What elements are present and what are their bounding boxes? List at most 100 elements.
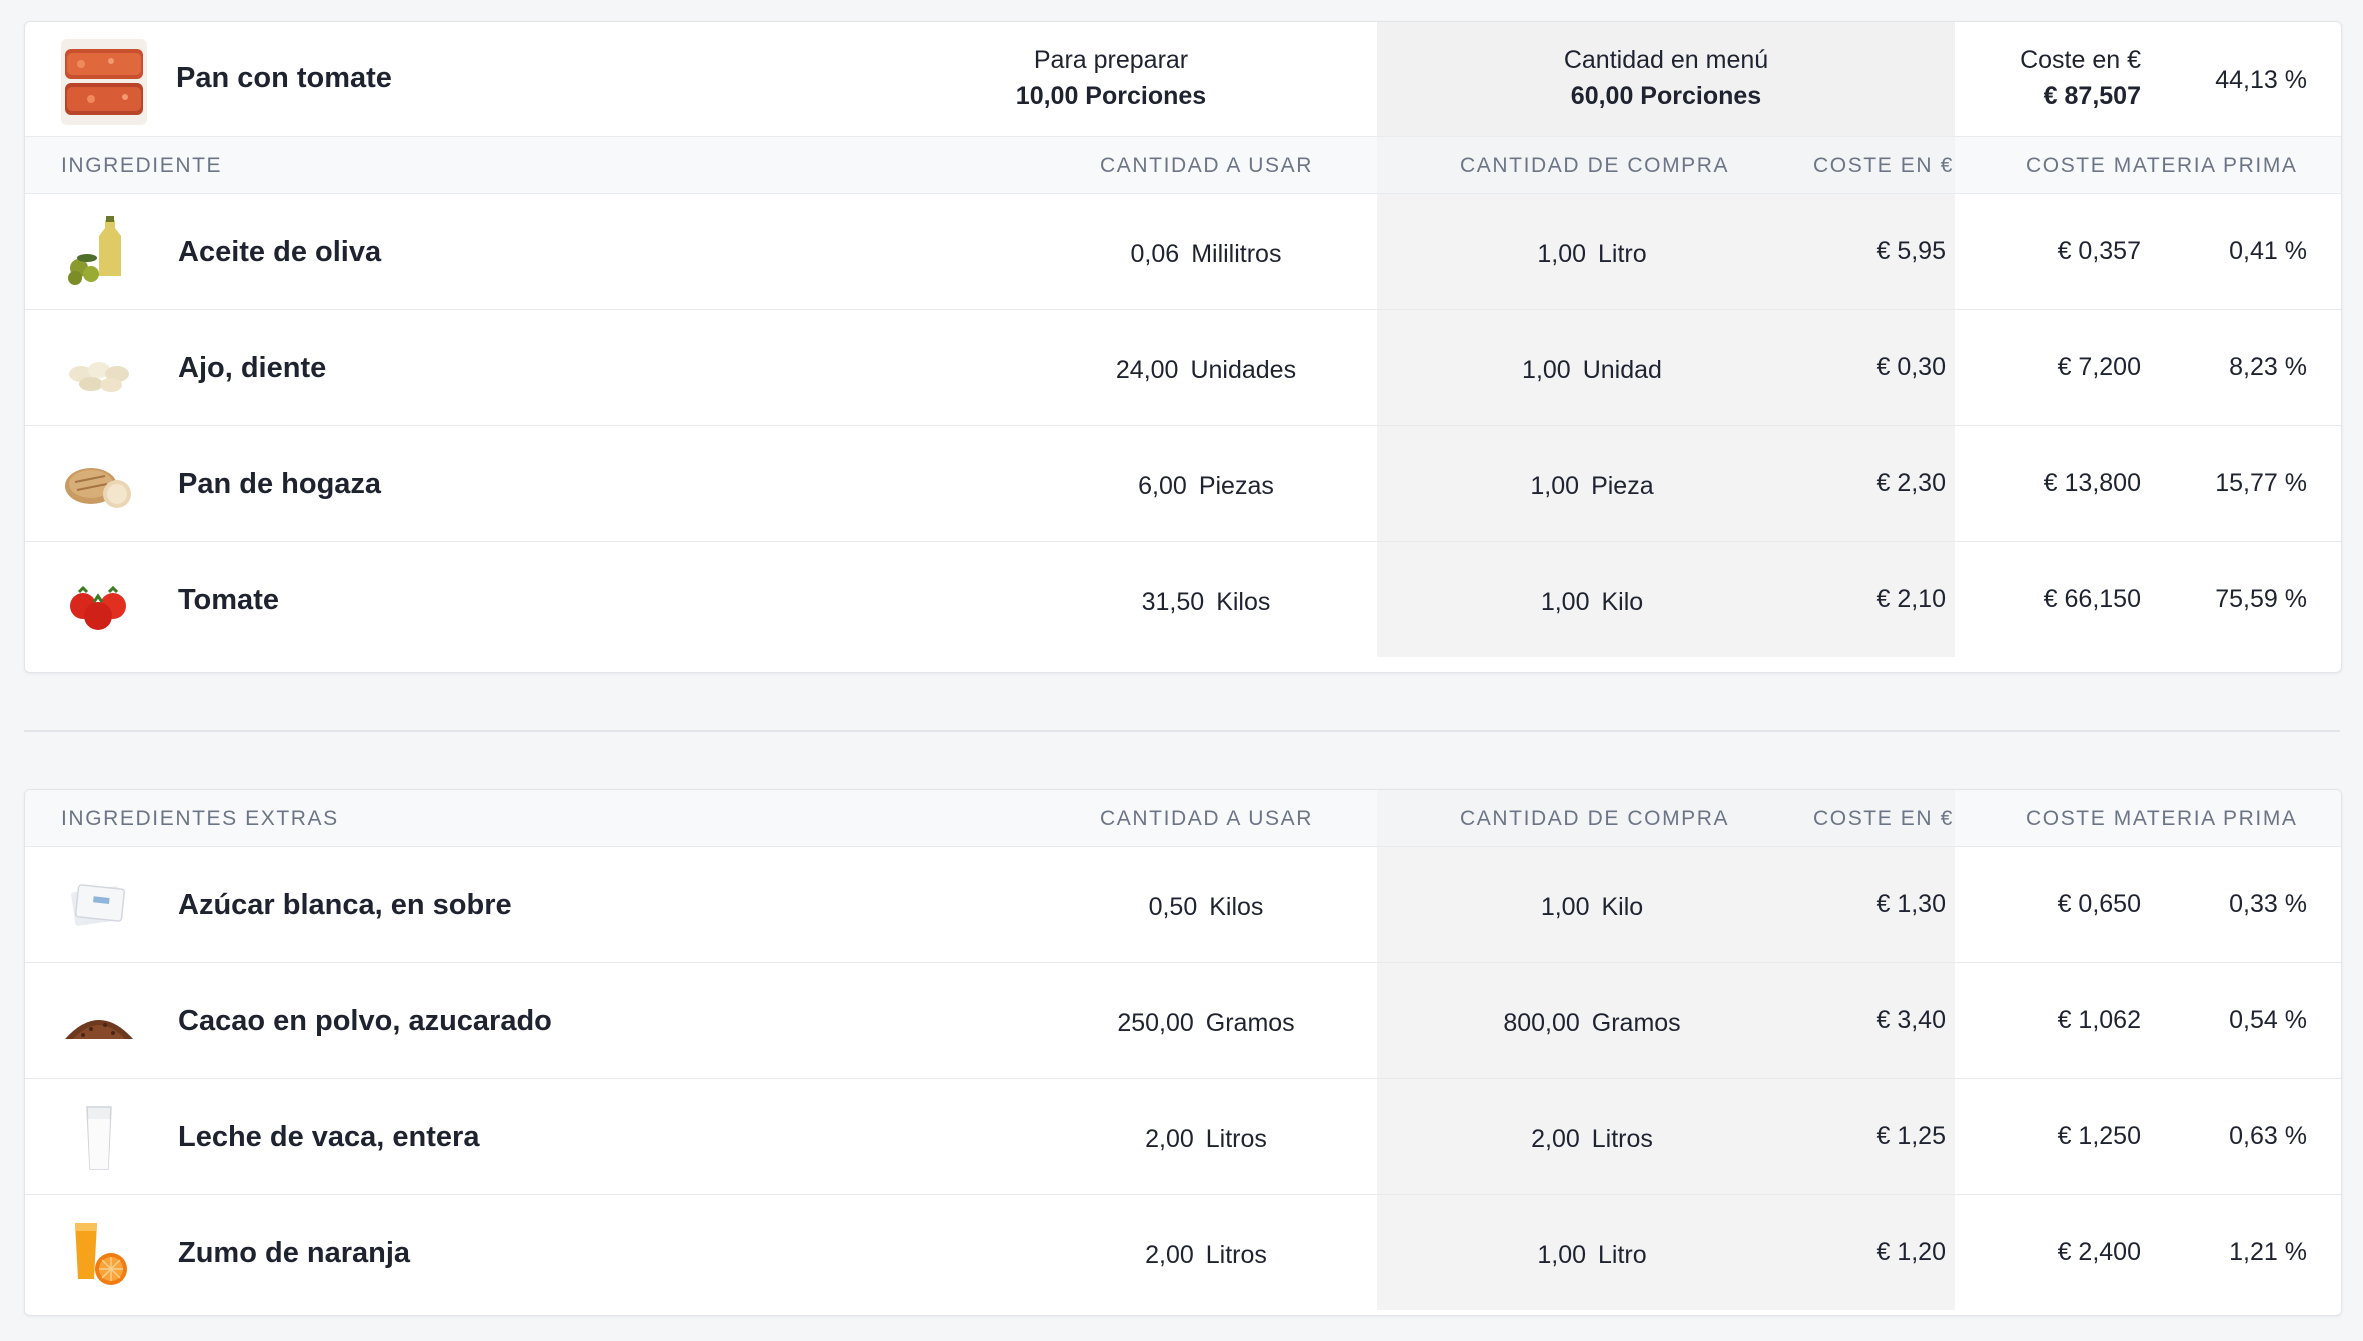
- ingredients-title: INGREDIENTE: [61, 154, 223, 177]
- ingredient-name: Aceite de oliva: [178, 236, 382, 268]
- buy-qty: 1,00: [1522, 356, 1571, 384]
- buy-unit: Kilo: [1601, 893, 1644, 921]
- use-quantity: 2,00 Litros: [1026, 1125, 1386, 1154]
- raw-cost-percent: 0,54 %: [2229, 1006, 2307, 1034]
- recipe-percent: 44,13 %: [2215, 66, 2307, 94]
- buy-quantity: 1,00 Unidad: [1412, 356, 1772, 385]
- extra-ingredient-row[interactable]: Leche de vaca, entera 2,00 Litros 2,00 Lit…: [25, 1079, 2341, 1195]
- buy-quantity: 2,00 Litros: [1412, 1125, 1772, 1154]
- use-quantity: 250,00 Gramos: [1026, 1009, 1386, 1038]
- col-qty-buy: CANTIDAD DE COMPRA: [1460, 154, 1730, 177]
- recipe-cost-label: Coste en €: [2020, 46, 2141, 74]
- use-qty: 0,06: [1130, 240, 1180, 268]
- raw-cost: € 7,200: [2057, 353, 2141, 381]
- use-unit: Kilos: [1209, 893, 1264, 921]
- raw-cost-percent: 0,41 %: [2229, 237, 2307, 265]
- ingredient-name: Pan de hogaza: [178, 468, 382, 500]
- menu-label: Cantidad en menú: [1563, 46, 1769, 74]
- ingredient-name: Leche de vaca, entera: [178, 1121, 480, 1153]
- use-unit: Gramos: [1205, 1009, 1295, 1037]
- use-unit: Litros: [1205, 1125, 1267, 1153]
- menu-portions: Cantidad en menú 60,00 Porciones: [1466, 42, 1866, 114]
- raw-cost-percent: 8,23 %: [2229, 353, 2307, 381]
- extra-ingredient-row[interactable]: Azúcar blanca, en sobre 0,50 Kilos 1,00 Ki…: [25, 847, 2341, 963]
- buy-quantity: 1,00 Pieza: [1412, 472, 1772, 501]
- ingredient-row[interactable]: Ajo, diente 24,00 Unidades 1,00 Unidad € 0…: [25, 310, 2341, 426]
- col-raw-cost: COSTE MATERIA PRIMA: [2026, 154, 2298, 177]
- use-qty: 0,50: [1148, 893, 1198, 921]
- buy-quantity: 800,00 Gramos: [1412, 1009, 1772, 1038]
- raw-cost: € 1,062: [2057, 1006, 2141, 1034]
- buy-unit: Gramos: [1591, 1009, 1681, 1037]
- use-unit: Unidades: [1190, 356, 1297, 384]
- prepare-label: Para preparar: [1033, 46, 1189, 74]
- use-unit: Piezas: [1198, 472, 1274, 500]
- ingredient-row[interactable]: Tomate 31,50 Kilos 1,00 Kilo € 2,10 € 66,1…: [25, 542, 2341, 657]
- sugar-sachet-thumbnail: [61, 867, 137, 943]
- buy-quantity: 1,00 Litro: [1412, 240, 1772, 269]
- bread-loaf-thumbnail: [61, 446, 137, 522]
- ingredient-name: Zumo de naranja: [178, 1237, 411, 1269]
- olive-oil-thumbnail: [61, 214, 137, 290]
- col-qty-use: CANTIDAD A USAR: [1100, 807, 1314, 830]
- col-qty-use: CANTIDAD A USAR: [1100, 154, 1314, 177]
- raw-cost: € 2,400: [2057, 1238, 2141, 1266]
- recipe-card: Pan con tomate Para preparar 10,00 Porci…: [24, 21, 2342, 673]
- buy-unit: Pieza: [1591, 472, 1654, 500]
- buy-unit: Litro: [1598, 240, 1647, 268]
- ingredient-name: Cacao en polvo, azucarado: [178, 1005, 552, 1037]
- use-qty: 2,00: [1145, 1125, 1194, 1153]
- buy-unit: Unidad: [1582, 356, 1662, 384]
- use-unit: Kilos: [1216, 588, 1271, 616]
- use-qty: 31,50: [1141, 588, 1205, 616]
- recipe-name: Pan con tomate: [176, 62, 392, 94]
- raw-cost-percent: 0,33 %: [2229, 890, 2307, 918]
- extras-table-header: INGREDIENTES EXTRAS CANTIDAD A USAR CANT…: [25, 790, 2341, 847]
- unit-cost: € 5,95: [1876, 237, 1946, 265]
- use-quantity: 24,00 Unidades: [1026, 356, 1386, 385]
- buy-unit: Kilo: [1601, 588, 1644, 616]
- use-quantity: 31,50 Kilos: [1026, 588, 1386, 617]
- recipe-summary-row[interactable]: Pan con tomate Para preparar 10,00 Porci…: [25, 22, 2341, 137]
- extra-ingredient-row[interactable]: Zumo de naranja 2,00 Litros 1,00 Litro € 1…: [25, 1195, 2341, 1310]
- unit-cost: € 1,30: [1876, 890, 1946, 918]
- unit-cost: € 2,10: [1876, 585, 1946, 613]
- menu-value: 60,00 Porciones: [1570, 82, 1762, 110]
- unit-cost: € 3,40: [1876, 1006, 1946, 1034]
- raw-cost: € 0,357: [2057, 237, 2141, 265]
- buy-quantity: 1,00 Litro: [1412, 1241, 1772, 1270]
- use-qty: 6,00: [1138, 472, 1187, 500]
- buy-unit: Litro: [1598, 1241, 1647, 1269]
- raw-cost: € 0,650: [2057, 890, 2141, 918]
- tomato-thumbnail: [61, 562, 137, 638]
- use-unit: Litros: [1205, 1241, 1267, 1269]
- prepare-portions: Para preparar 10,00 Porciones: [911, 42, 1311, 114]
- orange-juice-thumbnail: [61, 1215, 137, 1291]
- ingredient-name: Ajo, diente: [178, 352, 327, 384]
- use-qty: 250,00: [1117, 1009, 1194, 1037]
- ingredient-row[interactable]: Pan de hogaza 6,00 Piezas 1,00 Pieza € 2,3…: [25, 426, 2341, 542]
- buy-qty: 1,00: [1540, 588, 1590, 616]
- raw-cost-percent: 15,77 %: [2215, 469, 2307, 497]
- raw-cost-percent: 0,63 %: [2229, 1122, 2307, 1150]
- buy-qty: 1,00: [1530, 472, 1580, 500]
- use-qty: 2,00: [1145, 1241, 1194, 1269]
- buy-qty: 1,00: [1537, 240, 1587, 268]
- unit-cost: € 0,30: [1876, 353, 1946, 381]
- buy-unit: Litros: [1591, 1125, 1653, 1153]
- buy-qty: 1,00: [1537, 1241, 1587, 1269]
- raw-cost-percent: 75,59 %: [2215, 585, 2307, 613]
- ingredients-table-header: INGREDIENTE CANTIDAD A USAR CANTIDAD DE …: [25, 137, 2341, 194]
- use-qty: 24,00: [1115, 356, 1179, 384]
- col-qty-buy: CANTIDAD DE COMPRA: [1460, 807, 1730, 830]
- raw-cost: € 66,150: [2043, 585, 2141, 613]
- buy-qty: 1,00: [1540, 893, 1590, 921]
- use-quantity: 0,50 Kilos: [1026, 893, 1386, 922]
- extra-ingredient-row[interactable]: Cacao en polvo, azucarado 250,00 Gramos 8…: [25, 963, 2341, 1079]
- col-cost: COSTE EN €: [1813, 154, 1954, 177]
- ingredient-row[interactable]: Aceite de oliva 0,06 Mililitros 1,00 Litro…: [25, 194, 2341, 310]
- buy-qty: 2,00: [1531, 1125, 1580, 1153]
- buy-quantity: 1,00 Kilo: [1412, 588, 1772, 617]
- unit-cost: € 2,30: [1876, 469, 1946, 497]
- recipe-cost-value: € 87,507: [2043, 82, 2141, 110]
